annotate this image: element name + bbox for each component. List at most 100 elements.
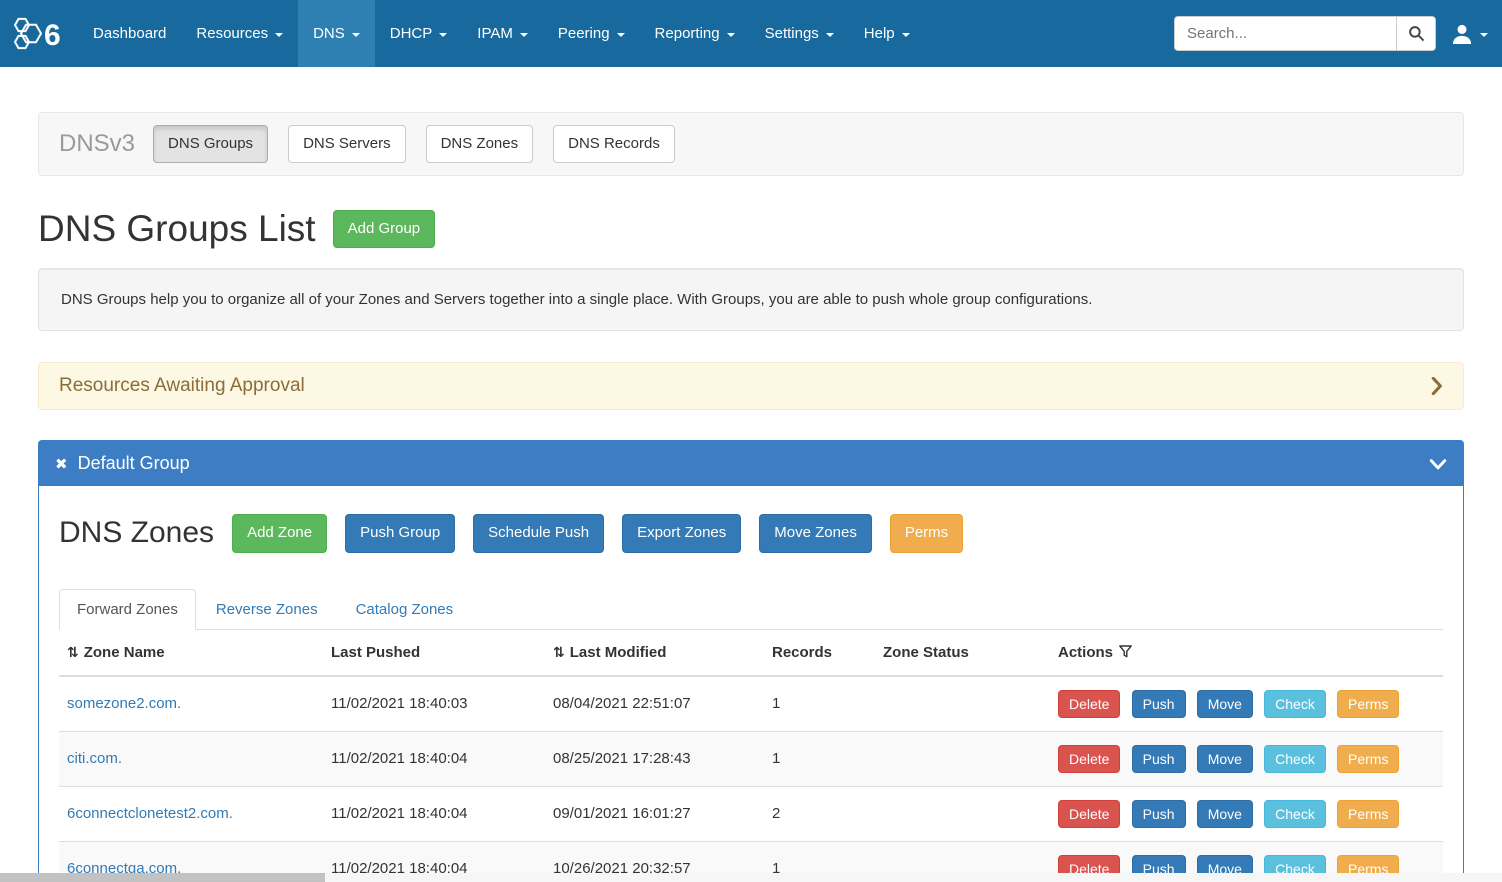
chevron-down-icon [439,33,447,37]
group-panel-body: DNS Zones Add Zone Push Group Schedule P… [39,486,1463,882]
navbar-right [1174,0,1502,67]
chevron-right-icon [1430,377,1443,395]
horizontal-scrollbar[interactable] [0,873,1502,882]
move-button[interactable]: Move [1197,745,1253,773]
user-menu[interactable] [1451,24,1488,44]
schedule-push-button[interactable]: Schedule Push [473,514,604,552]
app-logo[interactable]: 6 [0,0,78,67]
dnsv3-label: DNSv3 [59,130,135,158]
push-button[interactable]: Push [1132,745,1186,773]
dns-zones-title: DNS Zones [59,516,214,550]
perms-button[interactable]: Perms [1337,745,1399,773]
move-button[interactable]: Move [1197,800,1253,828]
tab-catalog-zones[interactable]: Catalog Zones [338,589,472,630]
page-title: DNS Groups List [38,208,316,250]
push-group-button[interactable]: Push Group [345,514,455,552]
top-navbar: 6 Dashboard Resources DNS DHCP IPAM Peer… [0,0,1502,67]
user-icon [1451,24,1473,44]
delete-button[interactable]: Delete [1058,690,1120,718]
search-input[interactable] [1174,16,1396,51]
zone-status-cell [875,676,1050,732]
filter-icon[interactable] [1119,645,1132,658]
check-button[interactable]: Check [1264,800,1326,828]
nav-item-resources[interactable]: Resources [181,0,298,67]
table-row: somezone2.com. 11/02/2021 18:40:03 08/04… [59,676,1443,732]
close-icon[interactable]: ✖ [55,455,68,473]
column-header-records[interactable]: Records [764,630,875,676]
export-zones-button[interactable]: Export Zones [622,514,741,552]
chevron-down-icon [826,33,834,37]
subnav-button-dns-servers[interactable]: DNS Servers [288,125,406,163]
last-pushed-cell: 11/02/2021 18:40:03 [323,676,545,732]
table-header-row: ⇅Zone Name Last Pushed ⇅Last Modified Re… [59,630,1443,676]
nav-item-dhcp[interactable]: DHCP [375,0,463,67]
chevron-down-icon [275,33,283,37]
column-header-last-modified[interactable]: ⇅Last Modified [545,630,764,676]
nav-item-dns[interactable]: DNS [298,0,375,67]
chevron-down-icon [727,33,735,37]
move-zones-button[interactable]: Move Zones [759,514,872,552]
column-header-last-pushed[interactable]: Last Pushed [323,630,545,676]
table-row: citi.com. 11/02/2021 18:40:04 08/25/2021… [59,731,1443,786]
tab-forward-zones[interactable]: Forward Zones [59,589,196,630]
zone-link[interactable]: 6connectclonetest2.com. [67,805,233,822]
nav-item-peering[interactable]: Peering [543,0,640,67]
nav-item-dashboard[interactable]: Dashboard [78,0,181,67]
chevron-down-icon [520,33,528,37]
svg-text:6: 6 [44,19,61,52]
zone-link[interactable]: citi.com. [67,750,122,767]
move-button[interactable]: Move [1197,690,1253,718]
group-panel-title: Default Group [78,453,190,474]
delete-button[interactable]: Delete [1058,800,1120,828]
zone-status-cell [875,731,1050,786]
column-header-zone-status[interactable]: Zone Status [875,630,1050,676]
sort-icon: ⇅ [553,644,565,660]
scrollbar-thumb[interactable] [0,873,325,882]
last-pushed-cell: 11/02/2021 18:40:04 [323,786,545,841]
push-button[interactable]: Push [1132,800,1186,828]
tab-reverse-zones[interactable]: Reverse Zones [198,589,336,630]
chevron-down-icon [352,33,360,37]
group-panel-header[interactable]: ✖ Default Group [39,441,1463,486]
collapse-toggle[interactable] [1429,456,1447,472]
description-text: DNS Groups help you to organize all of y… [61,291,1092,308]
column-header-actions[interactable]: Actions [1050,630,1443,676]
search-icon [1408,25,1425,42]
sort-icon: ⇅ [67,644,79,660]
actions-cell: Delete Push Move Check Perms [1050,786,1443,841]
subnav-button-dns-records[interactable]: DNS Records [553,125,675,163]
last-modified-cell: 08/04/2021 22:51:07 [545,676,764,732]
nav-item-reporting[interactable]: Reporting [640,0,750,67]
push-button[interactable]: Push [1132,690,1186,718]
search-button[interactable] [1396,16,1436,51]
nav-item-settings[interactable]: Settings [750,0,849,67]
chevron-down-icon [1429,456,1447,472]
main-menu: Dashboard Resources DNS DHCP IPAM Peerin… [78,0,925,67]
add-group-button[interactable]: Add Group [333,210,436,248]
zones-tabs: Forward Zones Reverse Zones Catalog Zone… [59,589,1443,630]
records-cell: 1 [764,731,875,786]
approval-banner-label: Resources Awaiting Approval [59,375,305,397]
approval-banner[interactable]: Resources Awaiting Approval [38,362,1464,410]
brand-hexagon-icon: 6 [10,11,64,57]
perms-button[interactable]: Perms [1337,690,1399,718]
records-cell: 1 [764,676,875,732]
nav-item-ipam[interactable]: IPAM [462,0,543,67]
nav-item-help[interactable]: Help [849,0,925,67]
perms-button-group[interactable]: Perms [890,514,963,552]
chevron-down-icon [902,33,910,37]
check-button[interactable]: Check [1264,690,1326,718]
perms-button[interactable]: Perms [1337,800,1399,828]
chevron-down-icon [1480,33,1488,37]
add-zone-button[interactable]: Add Zone [232,514,327,552]
column-header-zone-name[interactable]: ⇅Zone Name [59,630,323,676]
subnav-button-dns-groups[interactable]: DNS Groups [153,125,268,163]
last-modified-cell: 08/25/2021 17:28:43 [545,731,764,786]
description-well: DNS Groups help you to organize all of y… [38,268,1464,331]
subnav-button-dns-zones[interactable]: DNS Zones [426,125,534,163]
last-modified-cell: 09/01/2021 16:01:27 [545,786,764,841]
zone-link[interactable]: somezone2.com. [67,695,181,712]
check-button[interactable]: Check [1264,745,1326,773]
actions-cell: Delete Push Move Check Perms [1050,676,1443,732]
delete-button[interactable]: Delete [1058,745,1120,773]
